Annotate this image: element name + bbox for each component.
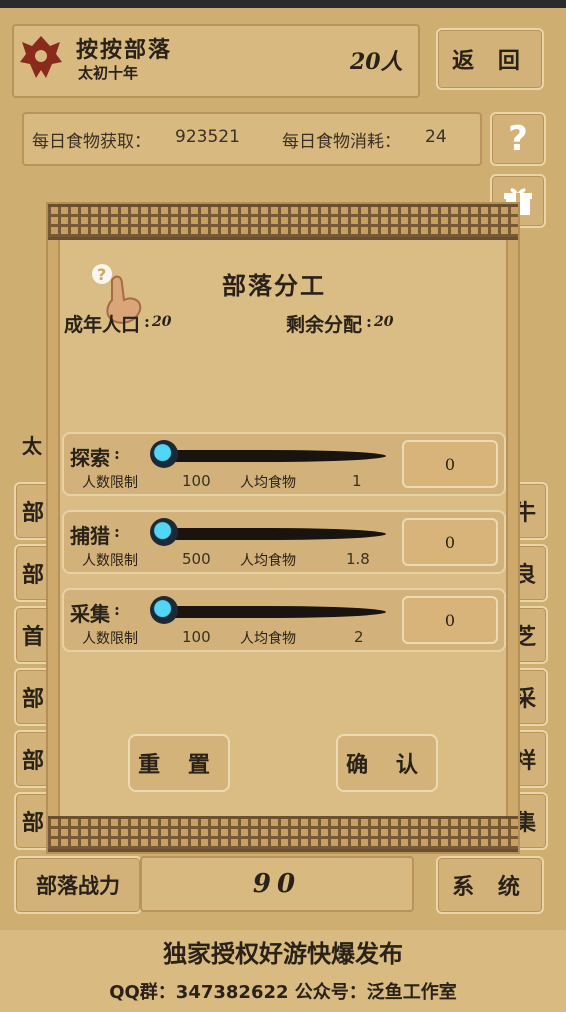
footer-line-1: 独家授权好游快爆发布 (163, 940, 403, 968)
modal-body: ? 部落分工 成年人口 : 20 剩余分配 : 20 探索 : 人数限制 100… (58, 240, 508, 820)
tribe-power-button[interactable]: 部落战力 (14, 856, 142, 914)
job-row-hunt: 捕猎 : 人数限制 500 人均食物 1.8 0 (62, 510, 506, 574)
background-partial-label: 太 (22, 434, 42, 458)
job-slider-track[interactable] (154, 528, 386, 540)
footer-banner: 独家授权好游快爆发布 QQ群：347382622 公众号：泛鱼工作室 (0, 930, 566, 1012)
tribe-power-value: 90 (252, 869, 302, 899)
era-label: 太初十年 (78, 64, 139, 82)
back-button[interactable]: 返 回 (436, 28, 544, 90)
help-button[interactable]: ? (490, 112, 546, 166)
system-button[interactable]: 系 统 (436, 856, 544, 914)
food-cost-value: 24 (425, 127, 447, 147)
food-cost-label: 每日食物消耗： (282, 132, 401, 152)
job-food-value: 2 (354, 628, 364, 646)
modal-title: 部落分工 (222, 271, 326, 300)
job-slider-knob[interactable] (150, 440, 178, 468)
modal-bottom-border (48, 816, 518, 852)
job-limit-label: 人数限制 (82, 475, 138, 491)
job-name-colon: : (114, 522, 120, 541)
job-food-label: 人均食物 (240, 631, 296, 647)
job-slider-track[interactable] (154, 450, 386, 462)
job-name: 采集 (70, 602, 110, 626)
job-limit-value: 100 (182, 472, 211, 490)
footer-line-2: QQ群：347382622 公众号：泛鱼工作室 (109, 982, 457, 1003)
bg-left-button-3-label: 首 (22, 624, 45, 650)
remaining-colon: : (366, 312, 372, 331)
horde-emblem-icon (16, 32, 66, 82)
adult-population-value: 20 (152, 314, 172, 330)
modal-top-border (48, 204, 518, 240)
reset-button[interactable]: 重 置 (128, 734, 230, 792)
job-limit-value: 100 (182, 628, 211, 646)
job-limit-label: 人数限制 (82, 553, 138, 569)
job-limit-label: 人数限制 (82, 631, 138, 647)
reset-button-label: 重 置 (138, 752, 220, 778)
job-slider-knob[interactable] (150, 596, 178, 624)
confirm-button-label: 确 认 (346, 752, 428, 778)
bg-left-button-2-label: 部 (22, 562, 45, 588)
bg-left-button-1-label: 部 (22, 500, 45, 526)
division-modal: ? 部落分工 成年人口 : 20 剩余分配 : 20 探索 : 人数限制 100… (48, 204, 518, 852)
job-value-box[interactable]: 0 (402, 596, 498, 644)
job-food-label: 人均食物 (240, 475, 296, 491)
job-row-gather: 采集 : 人数限制 100 人均食物 2 0 (62, 588, 506, 652)
confirm-button[interactable]: 确 认 (336, 734, 438, 792)
status-bar (0, 0, 566, 8)
job-name-colon: : (114, 600, 120, 619)
job-name-colon: : (114, 444, 120, 463)
svg-text:?: ? (97, 265, 106, 284)
tribe-power-panel: 90 (140, 856, 414, 912)
job-value-box[interactable]: 0 (402, 440, 498, 488)
remaining-label: 剩余分配 (286, 314, 363, 336)
bg-left-button-4-label: 部 (22, 686, 45, 712)
tribe-name: 按按部落 (76, 37, 173, 63)
job-value-box[interactable]: 0 (402, 518, 498, 566)
job-food-value: 1.8 (346, 550, 370, 568)
bg-left-button-5-label: 部 (22, 748, 45, 774)
job-slider-knob[interactable] (150, 518, 178, 546)
remaining-value: 20 (374, 314, 394, 330)
back-button-label: 返 回 (452, 48, 528, 74)
job-slider-track[interactable] (154, 606, 386, 618)
question-icon: ? (508, 119, 528, 159)
job-name: 捕猎 (70, 524, 110, 548)
bg-left-button-6-label: 部 (22, 810, 45, 836)
system-button-label: 系 统 (452, 874, 528, 900)
job-food-label: 人均食物 (240, 553, 296, 569)
job-food-value: 1 (352, 472, 362, 490)
tribe-power-label: 部落战力 (36, 873, 120, 898)
job-name: 探索 (70, 446, 110, 470)
food-gain-value: 923521 (175, 127, 240, 147)
population-count: 20人 (350, 49, 403, 75)
adult-population-label: 成年人口 (64, 314, 141, 336)
food-gain-label: 每日食物获取： (32, 132, 151, 152)
adult-population-colon: : (144, 312, 150, 331)
job-row-explore: 探索 : 人数限制 100 人均食物 1 0 (62, 432, 506, 496)
job-limit-value: 500 (182, 550, 211, 568)
